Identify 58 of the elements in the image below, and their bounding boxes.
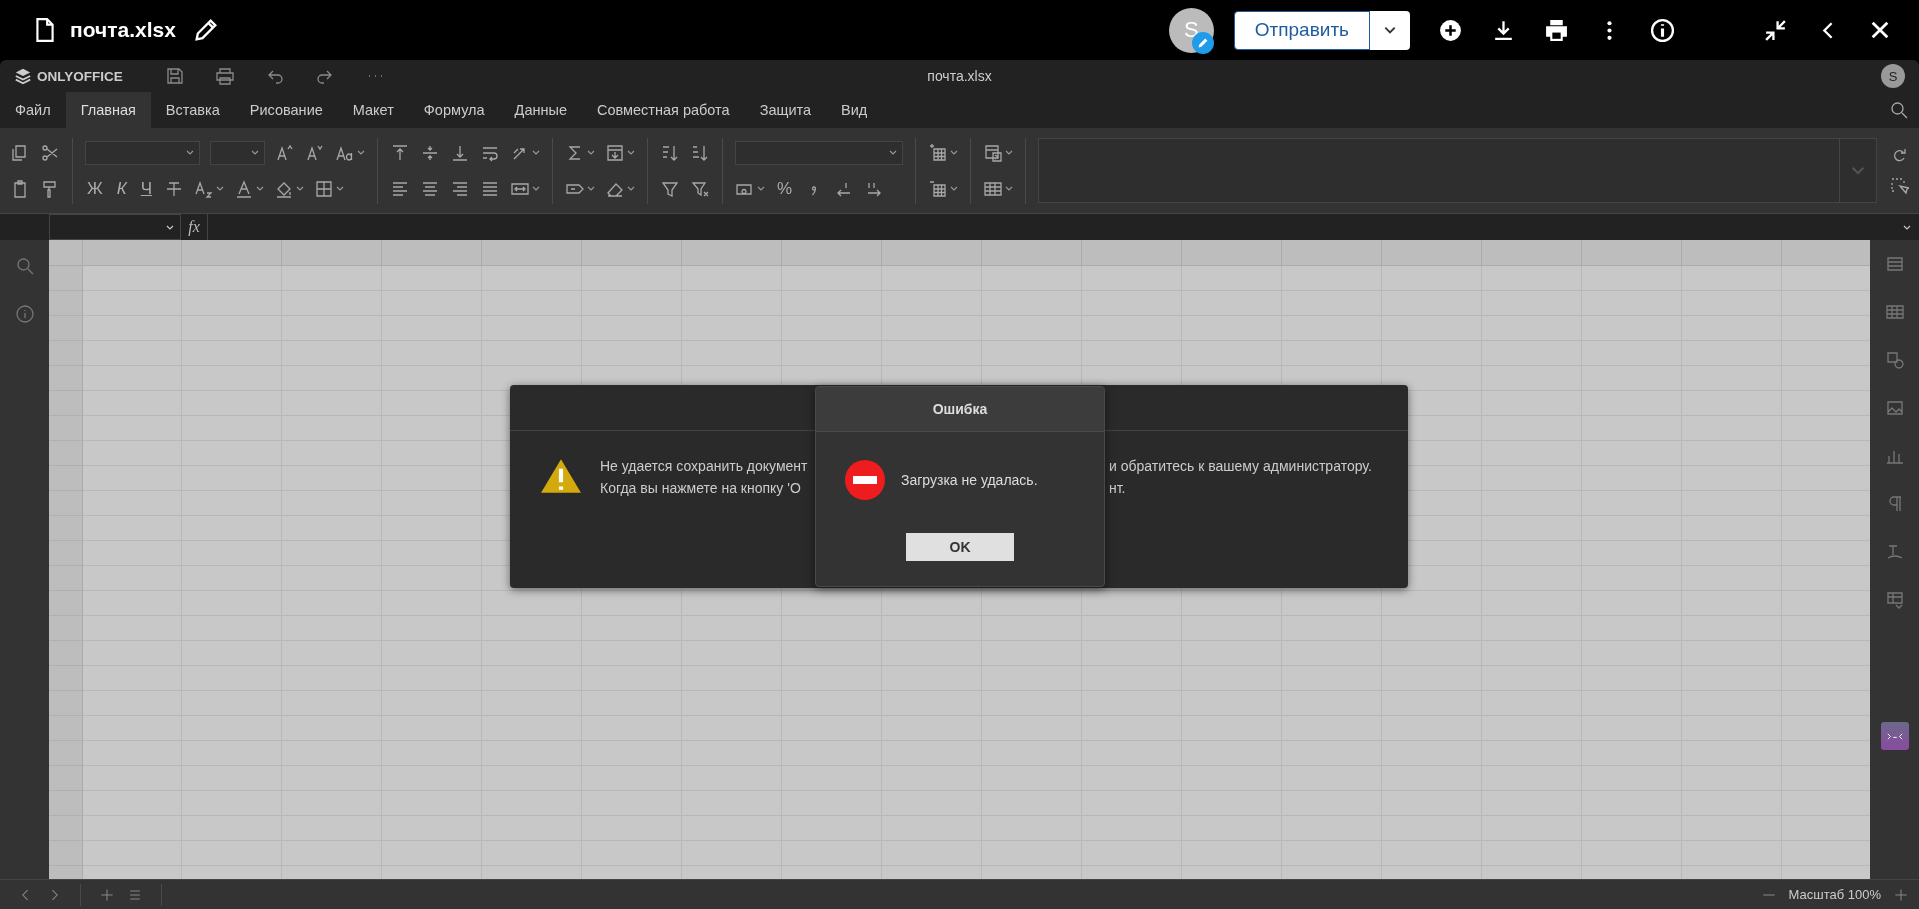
send-options-button[interactable] — [1370, 10, 1410, 50]
insert-cells-icon[interactable] — [928, 142, 948, 163]
warning-text: нт. — [1109, 479, 1127, 497]
dialog-title: Ошибка — [816, 387, 1104, 432]
ok-button[interactable]: OK — [906, 533, 1014, 561]
bold-button[interactable]: Ж — [85, 178, 105, 199]
number-format-field[interactable] — [735, 140, 903, 165]
warning-icon — [540, 457, 582, 495]
zoom-level: Масштаб 100% — [1788, 887, 1881, 902]
document-title: почта.xlsx — [927, 68, 992, 84]
menu-tab[interactable]: Данные — [499, 92, 582, 128]
menu-tab[interactable]: Совместная работа — [582, 92, 745, 128]
layers-icon — [14, 67, 32, 85]
italic-button[interactable]: К — [114, 178, 129, 199]
align-top-icon[interactable] — [390, 142, 410, 163]
cell-styles-gallery[interactable] — [1038, 138, 1877, 203]
cell-settings-icon[interactable] — [1884, 254, 1905, 274]
save-icon[interactable] — [164, 66, 185, 86]
borders-icon[interactable] — [314, 178, 335, 199]
menu-tab[interactable]: Макет — [337, 92, 409, 128]
printer-icon[interactable] — [1544, 17, 1569, 43]
file-name: почта.xlsx — [70, 18, 176, 42]
select-area-icon[interactable] — [1889, 175, 1909, 196]
error-icon — [845, 460, 885, 500]
menu-tab[interactable]: Файл — [0, 92, 66, 128]
underline-button[interactable]: Ч — [138, 178, 155, 199]
warning-text: и обратитесь к вашему администратору. — [1109, 457, 1372, 475]
conditional-format-icon[interactable] — [983, 142, 1003, 163]
user-avatar[interactable]: S — [1881, 64, 1905, 88]
insert-function-icon[interactable] — [605, 142, 625, 163]
warning-text: Не удается сохранить документ — [600, 457, 809, 475]
percent-button[interactable]: % — [775, 178, 795, 199]
menu-tab[interactable]: Главная — [65, 92, 151, 128]
plugin-icon[interactable] — [1880, 722, 1909, 750]
logo-text: ONLYOFFICE — [37, 68, 123, 84]
search-icon[interactable] — [14, 256, 35, 276]
caret-icon[interactable] — [1383, 25, 1397, 35]
scissors-icon[interactable] — [40, 142, 60, 163]
menu-tab[interactable]: Формула — [408, 92, 500, 128]
file-icon — [34, 17, 56, 43]
font-name-field[interactable] — [85, 140, 200, 165]
search-icon[interactable] — [1889, 100, 1909, 120]
warning-text: Когда вы нажмете на кнопку 'О — [600, 479, 802, 497]
shape-icon[interactable] — [1884, 350, 1905, 370]
image-icon[interactable] — [1884, 398, 1905, 418]
menu-tab[interactable]: Вставка — [150, 92, 235, 128]
delete-cells-icon[interactable] — [928, 178, 948, 199]
table-icon[interactable] — [1884, 302, 1905, 322]
menu-tab[interactable]: Рисование — [234, 92, 338, 128]
pivot-table-icon[interactable] — [1884, 590, 1905, 610]
font-size-field[interactable] — [210, 140, 265, 165]
menu-tab[interactable]: Вид — [826, 92, 883, 128]
close-icon[interactable] — [1869, 19, 1891, 41]
name-box-field[interactable] — [49, 214, 181, 240]
error-message: Загрузка не удалась. — [901, 472, 1038, 488]
menu-tab[interactable]: Защита — [744, 92, 827, 128]
add-icon[interactable] — [1438, 17, 1463, 43]
send-button[interactable]: Отправить — [1233, 10, 1370, 50]
